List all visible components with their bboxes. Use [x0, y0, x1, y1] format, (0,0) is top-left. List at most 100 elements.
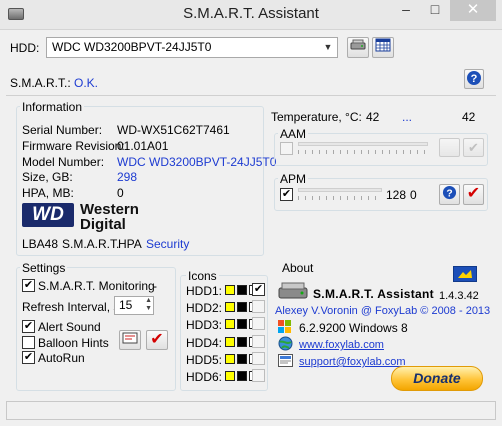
- refresh-interval-value: 15: [119, 298, 133, 312]
- color-swatch-yellow[interactable]: [225, 354, 235, 364]
- checkmark-icon: ✔: [466, 185, 481, 202]
- model-value: WDC WD3200BPVT-24JJ5T0: [117, 155, 277, 169]
- svg-text:?: ?: [446, 188, 452, 199]
- temperature-current: 42: [366, 110, 380, 124]
- apm-apply-button[interactable]: ✔: [463, 184, 484, 205]
- hdd4-label: HDD4:: [186, 336, 223, 350]
- firmware-value: 01.01A01: [117, 139, 169, 153]
- monitoring-label[interactable]: S.M.A.R.T. Monitoring: [38, 279, 155, 293]
- hpa-value: 0: [117, 186, 124, 200]
- help-icon: ?: [442, 185, 457, 199]
- chevron-down-icon: ▼: [323, 42, 333, 52]
- about-author: Alexey V.Voronin @ FoxyLab © 2008 - 2013: [275, 305, 491, 317]
- hdd3-label: HDD3:: [186, 318, 223, 332]
- color-swatch-black[interactable]: [237, 337, 247, 347]
- temperature-label: Temperature, °C:: [271, 110, 362, 124]
- minimize-button[interactable]: –: [391, 0, 421, 21]
- svg-text:?: ?: [471, 73, 478, 85]
- email-link[interactable]: support@foxylab.com: [299, 355, 406, 369]
- color-swatch-yellow[interactable]: [225, 337, 235, 347]
- test-notification-button[interactable]: [119, 330, 141, 350]
- maximize-button[interactable]: □: [421, 0, 449, 21]
- color-swatch-black[interactable]: [237, 285, 247, 295]
- wd-logo: WD: [22, 203, 74, 227]
- hdd3-checkbox[interactable]: [252, 317, 265, 330]
- eject-drive-button[interactable]: [347, 37, 369, 58]
- aam-apply-button[interactable]: ✔: [463, 138, 484, 157]
- website-link[interactable]: www.foxylab.com: [299, 338, 384, 352]
- status-bar: [6, 401, 496, 420]
- temperature-max: 42: [462, 110, 476, 124]
- hdd-select-value: WDC WD3200BPVT-24JJ5T0: [52, 40, 212, 54]
- hdd4-checkbox[interactable]: [252, 335, 265, 348]
- temperature-dots: ...: [402, 110, 413, 124]
- alert-sound-checkbox[interactable]: ✔: [22, 320, 35, 333]
- color-swatch-black[interactable]: [237, 371, 247, 381]
- hpa-label: HPA, MB:: [22, 186, 74, 200]
- balloon-hints-label[interactable]: Balloon Hints: [38, 336, 109, 350]
- hdd5-checkbox[interactable]: [252, 352, 265, 365]
- balloon-hints-checkbox[interactable]: [22, 336, 35, 349]
- aam-checkbox[interactable]: [280, 142, 293, 155]
- about-os: 6.2.9200 Windows 8: [299, 321, 408, 335]
- feature-smart: S.M.A.R.T.: [62, 237, 120, 251]
- settings-title: Settings: [20, 261, 68, 275]
- autorun-label[interactable]: AutoRun: [38, 351, 85, 365]
- apm-slider-ticks: [298, 196, 382, 200]
- color-swatch-black[interactable]: [237, 354, 247, 364]
- alert-sound-label[interactable]: Alert Sound: [38, 320, 101, 334]
- serial-value: WD-WX51C62T7461: [117, 123, 230, 137]
- size-label: Size, GB:: [22, 170, 73, 184]
- apm-help-button[interactable]: ?: [439, 184, 460, 205]
- hdd-label: HDD:: [10, 41, 40, 55]
- apm-slider-track: [298, 188, 382, 192]
- apm-value1: 128: [386, 188, 407, 202]
- web-globe-icon: [278, 336, 293, 351]
- autorun-checkbox[interactable]: ✔: [22, 351, 35, 364]
- aam-help-button[interactable]: [439, 138, 460, 157]
- icons-title: Icons: [186, 269, 219, 283]
- grid-icon: [375, 38, 391, 52]
- hdd2-label: HDD2:: [186, 301, 223, 315]
- color-swatch-yellow[interactable]: [225, 319, 235, 329]
- model-label: Model Number:: [22, 155, 105, 169]
- monitoring-checkbox[interactable]: ✔: [22, 279, 35, 292]
- brand-line2: Digital: [80, 216, 126, 233]
- color-swatch-yellow[interactable]: [225, 371, 235, 381]
- refresh-interval-spinner[interactable]: 15 ▲ ▼: [114, 296, 154, 315]
- color-swatch-black[interactable]: [237, 302, 247, 312]
- apm-title: APM: [278, 172, 309, 186]
- apm-slider[interactable]: [298, 186, 382, 202]
- help-button[interactable]: ?: [464, 69, 484, 89]
- table-view-button[interactable]: [372, 37, 394, 58]
- foxylab-logo[interactable]: [453, 266, 477, 282]
- about-version: 1.4.3.42: [439, 290, 479, 302]
- hdd1-label: HDD1:: [186, 284, 223, 298]
- feature-hpa: HPA: [118, 237, 142, 251]
- checkmark-icon: ✔: [468, 140, 479, 155]
- donate-button[interactable]: Donate: [391, 366, 483, 391]
- firmware-label: Firmware Revision:: [22, 139, 125, 153]
- size-value: 298: [117, 170, 138, 184]
- color-swatch-yellow[interactable]: [225, 285, 235, 295]
- about-app-name: S.M.A.R.T. Assistant: [313, 287, 434, 301]
- aam-slider[interactable]: [298, 140, 428, 156]
- hdd-app-icon: [277, 280, 309, 302]
- windows-icon: [278, 320, 292, 334]
- fox-icon: [458, 270, 472, 278]
- hdd6-checkbox[interactable]: [252, 369, 265, 382]
- smart-label: S.M.A.R.T.:: [10, 76, 71, 90]
- settings-apply-button[interactable]: ✔: [146, 330, 168, 350]
- aam-slider-ticks: [298, 150, 428, 154]
- color-swatch-black[interactable]: [237, 319, 247, 329]
- color-swatch-yellow[interactable]: [225, 302, 235, 312]
- smart-status: O.K.: [74, 76, 99, 90]
- hdd1-checkbox[interactable]: ✔: [252, 283, 265, 296]
- hdd-select[interactable]: WDC WD3200BPVT-24JJ5T0 ▼: [46, 37, 338, 58]
- spinner-arrows-icon[interactable]: ▲ ▼: [145, 297, 152, 313]
- refresh-label: Refresh Interval, s: [22, 300, 120, 314]
- close-button[interactable]: ✕: [450, 0, 496, 21]
- hdd5-label: HDD5:: [186, 353, 223, 367]
- apm-checkbox[interactable]: ✔: [280, 188, 293, 201]
- hdd2-checkbox[interactable]: [252, 300, 265, 313]
